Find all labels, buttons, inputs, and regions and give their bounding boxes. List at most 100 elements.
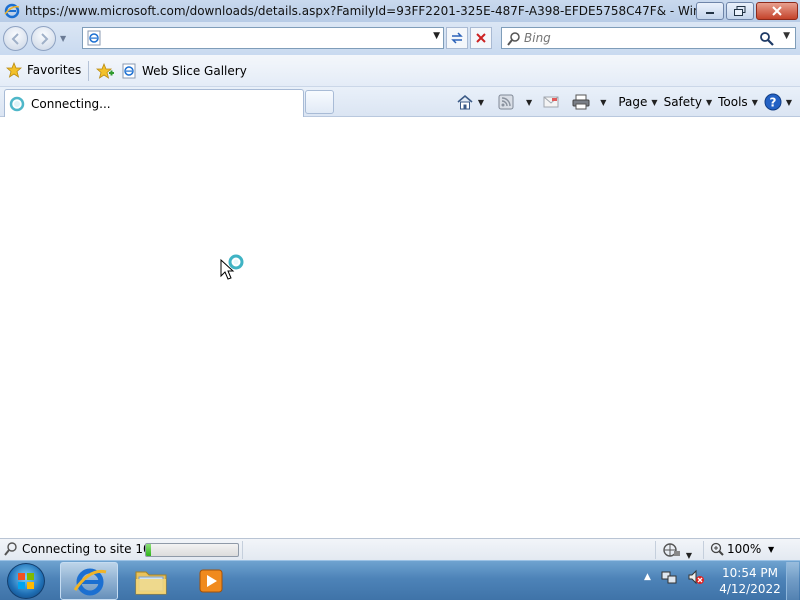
- zoom-level: 100%: [727, 542, 762, 556]
- internet-explorer-icon: [73, 568, 107, 596]
- back-button[interactable]: [3, 26, 28, 51]
- status-separator: [242, 541, 243, 559]
- home-icon: [457, 94, 473, 110]
- recent-pages-dropdown[interactable]: ▼: [60, 34, 66, 43]
- feeds-dropdown-icon[interactable]: ▼: [526, 98, 532, 107]
- clock[interactable]: 10:54 PM 4/12/2022: [718, 565, 782, 597]
- address-dropdown-icon[interactable]: ▼: [433, 31, 440, 41]
- favorites-separator: [88, 61, 89, 81]
- taskbar-windows-explorer[interactable]: [130, 565, 172, 597]
- tab-connecting[interactable]: Connecting...: [4, 89, 304, 117]
- network-icon[interactable]: [661, 569, 677, 585]
- busy-cursor-icon: [220, 254, 244, 280]
- add-to-favorites-bar-button[interactable]: [95, 62, 114, 82]
- back-arrow-icon: [11, 33, 19, 45]
- read-mail-button[interactable]: [542, 95, 560, 109]
- forward-arrow-icon: [41, 33, 49, 45]
- window-title: https://www.microsoft.com/downloads/deta…: [25, 4, 715, 18]
- system-tray: ▲: [644, 569, 705, 585]
- search-go-icon[interactable]: [759, 31, 775, 47]
- protected-dropdown-icon: ▼: [685, 551, 692, 560]
- page-menu-label: Page: [618, 95, 648, 109]
- zoom-dropdown-icon[interactable]: ▼: [768, 545, 774, 554]
- help-dropdown-icon: ▼: [785, 97, 792, 107]
- protected-mode-indicator[interactable]: ▼: [662, 542, 692, 561]
- close-icon: [772, 6, 782, 16]
- stop-button[interactable]: [470, 27, 492, 49]
- status-separator: [655, 541, 656, 559]
- favorites-button[interactable]: Favorites: [6, 62, 81, 78]
- clock-date: 4/12/2022: [719, 582, 781, 596]
- show-hidden-icons-button[interactable]: ▲: [644, 572, 651, 582]
- windows-logo-icon: [18, 573, 34, 589]
- tools-dropdown-icon: ▼: [751, 97, 758, 107]
- show-desktop-button[interactable]: [786, 562, 799, 600]
- home-button[interactable]: ▼: [456, 94, 484, 110]
- clock-time: 10:54 PM: [722, 566, 778, 580]
- page-dropdown-icon: ▼: [651, 97, 658, 107]
- tools-menu-label: Tools: [718, 95, 748, 109]
- connecting-magnifier-icon: [4, 542, 17, 556]
- print-dropdown-icon[interactable]: ▼: [600, 98, 606, 107]
- progress-fill: [146, 544, 151, 556]
- restore-icon: [734, 6, 746, 16]
- favorites-star-icon: [6, 62, 22, 78]
- restore-button[interactable]: [726, 2, 754, 20]
- forward-button[interactable]: [31, 26, 56, 51]
- page-icon: [87, 30, 101, 46]
- zoom-button[interactable]: 100%: [710, 542, 761, 556]
- stop-x-icon: [476, 33, 486, 43]
- ie-logo-icon: [4, 3, 20, 19]
- help-icon: ?: [764, 93, 782, 111]
- minimize-button[interactable]: [696, 2, 724, 20]
- help-button[interactable]: ? ▼: [764, 93, 792, 111]
- status-text: Connecting to site 104: [22, 542, 159, 556]
- navigation-bar: ▼ ▼ ▼: [0, 22, 800, 55]
- search-dropdown-icon[interactable]: ▼: [783, 31, 790, 41]
- compatibility-refresh-button[interactable]: [446, 27, 468, 49]
- web-slice-gallery-link[interactable]: Web Slice Gallery: [121, 63, 247, 79]
- page-menu[interactable]: Page ▼: [618, 95, 657, 109]
- ie-page-icon: [122, 63, 136, 79]
- taskbar-internet-explorer[interactable]: [60, 562, 118, 600]
- tools-menu[interactable]: Tools ▼: [718, 95, 758, 109]
- taskbar: ▲ 10:54 PM 4/12/2022: [0, 560, 800, 600]
- web-slice-gallery-label: Web Slice Gallery: [142, 64, 247, 78]
- search-box[interactable]: ▼: [501, 27, 796, 49]
- command-bar: ▼ ▼ ▼ Page ▼ Safety ▼ Tools ▼ ? ▼: [456, 91, 792, 113]
- favorites-label: Favorites: [27, 63, 82, 77]
- title-bar: https://www.microsoft.com/downloads/deta…: [0, 0, 800, 22]
- start-button[interactable]: [7, 563, 45, 599]
- loading-progress-bar: [145, 543, 239, 557]
- refresh-arrows-icon: [451, 32, 463, 44]
- status-separator: [703, 541, 704, 559]
- zoom-icon: [710, 542, 724, 556]
- favorites-bar: Favorites Web Slice Gallery: [0, 55, 800, 87]
- close-button[interactable]: [756, 2, 798, 20]
- loading-spinner-icon: [9, 96, 25, 111]
- search-input[interactable]: [524, 30, 754, 46]
- search-icon: [507, 32, 520, 46]
- tab-row: Connecting... ▼ ▼ ▼ Page ▼ Safety ▼ Tool…: [0, 87, 800, 117]
- protected-mode-icon: [663, 543, 680, 557]
- page-content-area[interactable]: [0, 117, 800, 538]
- print-button[interactable]: ▼: [572, 94, 606, 110]
- tab-label: Connecting...: [31, 96, 111, 111]
- address-bar[interactable]: ▼: [82, 27, 444, 49]
- speaker-muted-icon[interactable]: [687, 569, 705, 585]
- feeds-button[interactable]: ▼: [498, 94, 532, 110]
- folder-icon: [135, 571, 167, 595]
- safety-menu[interactable]: Safety ▼: [664, 95, 713, 109]
- home-dropdown-icon[interactable]: ▼: [478, 98, 484, 107]
- mail-icon: [543, 96, 559, 108]
- add-favorite-star-icon: [95, 62, 114, 79]
- safety-dropdown-icon: ▼: [705, 97, 713, 107]
- minimize-icon: [706, 12, 714, 14]
- status-bar: Connecting to site 104 ▼ 100% ▼: [0, 538, 800, 560]
- new-tab-button[interactable]: [305, 90, 334, 114]
- taskbar-windows-media-player[interactable]: [194, 565, 230, 597]
- safety-menu-label: Safety: [663, 95, 702, 109]
- svg-text:?: ?: [769, 96, 776, 110]
- rss-feed-icon: [498, 94, 514, 110]
- media-player-icon: [199, 569, 223, 593]
